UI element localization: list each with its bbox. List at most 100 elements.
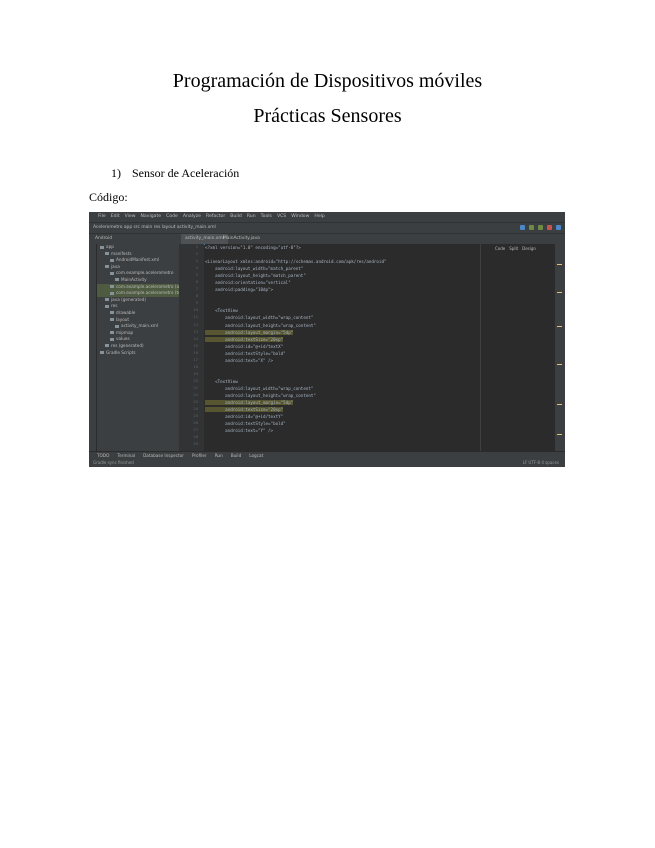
sync-icon: [520, 225, 525, 230]
search-icon: [556, 225, 561, 230]
line-number: 9: [195, 301, 198, 306]
code-line-text: <LinearLayout xmlns:android="http://sche…: [205, 259, 387, 265]
tree-node: com.example.acelerometro (test): [97, 290, 179, 297]
line-number: 7: [195, 287, 198, 292]
code-line: <TextView: [205, 307, 551, 314]
folder-icon: [100, 351, 104, 354]
ide-left-tool-strip: [89, 244, 97, 451]
tree-node-label: AndroidManifest.xml: [116, 257, 160, 263]
line-number: 27: [193, 428, 198, 433]
folder-icon: [115, 324, 119, 328]
document-subtitle: Prácticas Sensores: [253, 105, 402, 127]
line-number: 26: [193, 421, 198, 426]
folder-icon: [110, 285, 114, 289]
code-line: android:id="@+id/textX": [205, 343, 551, 350]
folder-icon: [105, 265, 109, 269]
tree-node-label: manifests: [111, 250, 132, 256]
list-item-number: 1): [111, 166, 121, 180]
folder-icon: [110, 311, 114, 315]
tree-node-label: com.example.acelerometro (androidTest): [116, 283, 179, 289]
list-item-text: Sensor de Aceleración: [132, 166, 240, 180]
view-mode-tab: Split: [509, 246, 519, 251]
line-number: 8: [195, 294, 198, 299]
code-line-text: android:textSize="20sp": [205, 407, 284, 413]
tree-node: java: [97, 264, 179, 271]
tree-node-label: res (generated): [111, 342, 144, 348]
status-message: Gradle sync finished: [93, 460, 134, 465]
code-line-text: android:id="@+id/textX": [205, 343, 284, 349]
tree-node: activity_main.xml: [97, 323, 179, 330]
tree-node-label: layout: [116, 316, 130, 322]
line-number: 29: [193, 442, 198, 447]
code-line-text: android:textStyle="bold": [205, 421, 286, 427]
tree-node-label: com.example.acelerometro (test): [116, 290, 179, 296]
tree-node: layout: [97, 317, 179, 324]
warning-marker: [557, 264, 562, 265]
line-number: 19: [193, 371, 198, 376]
code-line-text: <TextView: [205, 308, 238, 314]
ide-status-bar: Gradle sync finished LF UTF-8 4 spaces: [89, 459, 565, 467]
menu-item: View: [124, 214, 136, 219]
line-number: 2: [195, 252, 198, 257]
line-number: 23: [193, 400, 198, 405]
tree-node: com.example.acelerometro (androidTest): [97, 283, 179, 291]
warning-marker: [557, 434, 562, 435]
folder-icon: [110, 258, 114, 262]
code-label: Código:: [89, 190, 128, 204]
folder-icon: [100, 245, 104, 249]
code-line-text: android:layout_margin="5dp": [205, 400, 294, 406]
tree-node-label: mipmap: [116, 329, 134, 335]
bottom-tool-tab: Logcat: [249, 453, 264, 458]
tree-node-label: drawable: [116, 309, 136, 315]
line-number: 28: [193, 435, 198, 440]
tree-node: com.example.acelerometro: [97, 270, 179, 277]
menu-item: Navigate: [140, 214, 162, 219]
menu-item: Window: [291, 214, 310, 219]
tree-node: MainActivity: [97, 277, 179, 284]
line-number: 11: [193, 315, 198, 320]
line-number: 3: [195, 259, 198, 264]
debug-icon: [538, 225, 543, 230]
ide-menubar: File Edit View Navigate Code Analyze Refactor B…: [89, 212, 565, 222]
code-line-text: android:layout_height="wrap_content": [205, 392, 316, 398]
folder-icon: [110, 337, 114, 341]
code-line: android:layout_width="wrap_content": [205, 385, 551, 392]
line-number: 24: [193, 407, 198, 412]
bottom-tool-tab: Terminal: [117, 453, 136, 458]
line-number: 25: [193, 414, 198, 419]
tree-node: values: [97, 336, 179, 343]
line-number: 4: [195, 266, 198, 271]
folder-icon: [115, 278, 119, 282]
line-number: 16: [193, 350, 198, 355]
tree-node-label: MainActivity: [121, 276, 147, 282]
code-line: android:layout_width="match_parent": [205, 265, 551, 272]
bottom-tool-tab: TODO: [97, 453, 110, 458]
code-line: android:textStyle="bold": [205, 350, 551, 357]
line-number: 20: [193, 378, 198, 383]
code-line: android:layout_width="wrap_content": [205, 314, 551, 321]
menu-item: File: [98, 214, 106, 219]
folder-icon: [105, 298, 109, 302]
code-line-text: android:text="X" />: [205, 357, 274, 363]
tree-node: AndroidManifest.xml: [97, 257, 179, 264]
code-line: android:text="Y" />: [205, 427, 551, 434]
code-line-text: <?xml version="1.0" encoding="utf-8"?>: [205, 245, 301, 250]
bottom-tool-tab: Profiler: [191, 453, 207, 458]
document-title: Programación de Dispositivos móviles: [172, 70, 483, 92]
warning-marker: [557, 364, 562, 365]
tree-node-label: com.example.acelerometro: [116, 270, 174, 276]
code-line-text: android:layout_height="wrap_content": [205, 322, 316, 328]
code-line: android:orientation="vertical": [205, 279, 551, 286]
view-mode-tab: Design: [522, 246, 536, 251]
code-line-text: android:orientation="vertical": [205, 280, 291, 286]
tree-node-label: values: [116, 336, 130, 342]
list-item: 1) Sensor de Aceleración: [111, 166, 239, 181]
ide-navbar: Acelerometro app src main res layout act…: [89, 222, 565, 233]
code-line: android:padding="10dp">: [205, 286, 551, 293]
view-mode-tabs: Code Split Design: [491, 246, 536, 251]
bottom-tool-tab: Run: [214, 453, 223, 458]
tree-node: Gradle Scripts: [97, 350, 179, 357]
